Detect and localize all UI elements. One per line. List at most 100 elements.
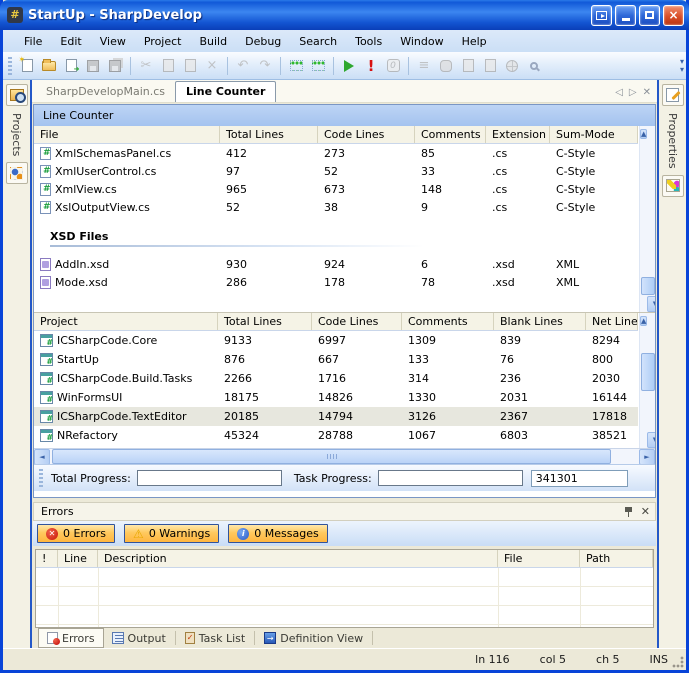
col-comments[interactable]: Comments [402, 313, 494, 330]
comment-region-button[interactable] [285, 55, 307, 77]
col-comments[interactable]: Comments [415, 126, 486, 143]
col-total-lines[interactable]: Total Lines [218, 313, 312, 330]
horizontal-scroll-thumb[interactable] [52, 449, 611, 464]
sort-lines-button[interactable]: ≡ [413, 55, 435, 77]
col-description[interactable]: Description [98, 550, 498, 567]
web-browse-button[interactable] [501, 55, 523, 77]
pin-icon[interactable] [624, 506, 633, 517]
col-project[interactable]: Project [34, 313, 218, 330]
files-vertical-scrollbar[interactable]: ▲ ▼ [639, 126, 655, 312]
project-row[interactable]: ICSharpCode.Core 9133 6997 1309 839 8294 [34, 331, 638, 350]
scroll-down-icon[interactable]: ▼ [647, 432, 655, 448]
tab-task-list[interactable]: Task List [177, 628, 253, 648]
project-row[interactable]: ICSharpCode.Build.Tasks 2266 1716 314 23… [34, 369, 638, 388]
col-sum-mode[interactable]: Sum-Mode [550, 126, 638, 143]
menu-build[interactable]: Build [190, 33, 236, 50]
close-button[interactable]: × [663, 5, 684, 26]
project-row[interactable]: WinFormsUI 18175 14826 1330 2031 16144 [34, 388, 638, 407]
redo-button[interactable]: ↷ [254, 55, 276, 77]
menu-tools[interactable]: Tools [346, 33, 391, 50]
build-button[interactable] [457, 55, 479, 77]
cut-button[interactable]: ✂ [135, 55, 157, 77]
file-row[interactable]: Mode.xsd 286 178 78 .xsd XML [34, 273, 638, 291]
col-file[interactable]: File [498, 550, 580, 567]
scroll-up-icon[interactable]: ▲ [640, 316, 647, 326]
abort-button[interactable]: ! [360, 55, 382, 77]
tab-output[interactable]: Output [104, 628, 174, 648]
tab-sharpdevelopmain[interactable]: SharpDevelopMain.cs [36, 82, 175, 102]
tab-errors[interactable]: Errors [38, 628, 104, 648]
menu-project[interactable]: Project [135, 33, 191, 50]
menu-file[interactable]: File [15, 33, 51, 50]
project-row[interactable]: NRefactory 45324 28788 1067 6803 38521 [34, 426, 638, 445]
toolbox-pad-button[interactable] [662, 175, 684, 197]
classes-pad-button[interactable] [6, 162, 28, 184]
horizontal-scroll-track[interactable] [50, 449, 639, 464]
col-code-lines[interactable]: Code Lines [318, 126, 415, 143]
warnings-filter-button[interactable]: ⚠ 0 Warnings [124, 524, 219, 543]
new-file-button[interactable] [16, 55, 38, 77]
projects-dock-tab[interactable]: Projects [10, 113, 23, 156]
tab-scroll-right-icon[interactable]: ▷ [629, 87, 637, 98]
menu-edit[interactable]: Edit [51, 33, 90, 50]
file-row[interactable]: XmlSchemasPanel.cs 412 273 85 .cs C-Styl… [34, 144, 638, 162]
menu-debug[interactable]: Debug [236, 33, 290, 50]
col-file[interactable]: File [34, 126, 220, 143]
tab-definition-view[interactable]: → Definition View [256, 628, 371, 648]
menu-help[interactable]: Help [453, 33, 496, 50]
properties-dock-tab[interactable]: Properties [666, 113, 679, 169]
col-net-lines[interactable]: Net Lines [586, 313, 638, 330]
maximize-button[interactable] [639, 5, 660, 26]
copy-button[interactable] [157, 55, 179, 77]
save-all-button[interactable] [104, 55, 126, 77]
project-row[interactable]: StartUp 876 667 133 76 800 [34, 350, 638, 369]
project-row-selected[interactable]: ICSharpCode.TextEditor 20185 14794 3126 … [34, 407, 638, 426]
menu-search[interactable]: Search [290, 33, 346, 50]
uncomment-region-button[interactable] [307, 55, 329, 77]
projects-pad-button[interactable] [6, 84, 28, 106]
scroll-left-icon[interactable]: ◄ [34, 449, 50, 465]
projects-scroll-thumb[interactable] [641, 353, 655, 391]
messages-filter-button[interactable]: i 0 Messages [228, 524, 327, 543]
file-row[interactable]: AddIn.xsd 930 924 6 .xsd XML [34, 255, 638, 273]
col-line[interactable]: Line [58, 550, 98, 567]
minimize-button[interactable] [615, 5, 636, 26]
menu-view[interactable]: View [91, 33, 135, 50]
files-scroll-thumb[interactable] [641, 277, 655, 295]
col-path[interactable]: Path [580, 550, 653, 567]
toolbar-grip[interactable] [8, 57, 12, 75]
file-row[interactable]: XmlUserControl.cs 97 52 33 .cs C-Style [34, 162, 638, 180]
col-severity[interactable]: ! [36, 550, 58, 567]
tab-scroll-left-icon[interactable]: ◁ [615, 87, 623, 98]
save-as-button[interactable] [60, 55, 82, 77]
find-button[interactable] [523, 55, 545, 77]
menu-window[interactable]: Window [391, 33, 452, 50]
project-row-clipped[interactable] [34, 445, 638, 448]
rounded-square-button[interactable] [435, 55, 457, 77]
col-total-lines[interactable]: Total Lines [220, 126, 318, 143]
open-file-button[interactable] [38, 55, 60, 77]
scroll-up-icon[interactable]: ▲ [640, 129, 647, 139]
file-row[interactable]: XslOutputView.cs 52 38 9 .cs C-Style [34, 198, 638, 216]
col-blank-lines[interactable]: Blank Lines [494, 313, 586, 330]
rebuild-button[interactable] [479, 55, 501, 77]
properties-pad-button[interactable] [662, 84, 684, 106]
run-button[interactable] [338, 55, 360, 77]
zero-badge-button[interactable]: 0 [382, 55, 404, 77]
file-row[interactable]: XmlView.cs 965 673 148 .cs C-Style [34, 180, 638, 198]
undock-button[interactable] [591, 5, 612, 26]
save-button[interactable] [82, 55, 104, 77]
paste-button[interactable] [179, 55, 201, 77]
undo-button[interactable]: ↶ [232, 55, 254, 77]
horizontal-scrollbar[interactable]: ◄ ► [34, 448, 655, 464]
app-icon[interactable]: # [7, 7, 23, 23]
scroll-right-icon[interactable]: ► [639, 449, 655, 465]
errors-filter-button[interactable]: ✕ 0 Errors [37, 524, 115, 543]
tab-close-icon[interactable]: ✕ [643, 87, 651, 98]
scroll-down-icon[interactable]: ▼ [647, 296, 655, 312]
toolbar-overflow-button[interactable]: ▾▾ [680, 58, 684, 74]
progress-toolbar-grip[interactable] [39, 469, 43, 487]
col-extension[interactable]: Extension [486, 126, 550, 143]
delete-button[interactable]: × [201, 55, 223, 77]
projects-vertical-scrollbar[interactable]: ▲ ▼ [639, 313, 655, 448]
